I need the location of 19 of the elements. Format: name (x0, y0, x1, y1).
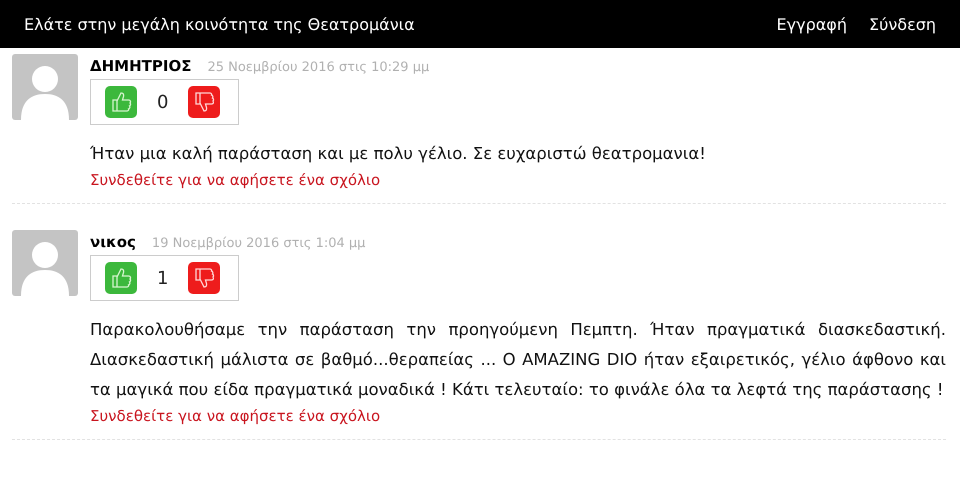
thumbs-up-icon[interactable] (105, 86, 137, 118)
header-link[interactable]: Σύνδεση (868, 14, 936, 34)
comment-author: νικος (90, 233, 136, 251)
site-title: Ελάτε στην μεγάλη κοινότητα της Θεατρομάνια (24, 14, 415, 34)
comment-date: 25 Νοεμβρίου 2016 στις 10:29 μμ (207, 60, 430, 75)
header-link[interactable]: Εγγραφή (776, 14, 847, 34)
comment-author: ΔΗΜΗΤΡΙΟΣ (90, 57, 192, 75)
avatar-icon (12, 54, 78, 120)
comment-text: Ήταν μια καλή παράσταση και με πολυ γέλιο. Σε ευχαριστώ θεατρομανια! (90, 143, 707, 165)
vote-count: 0 (157, 92, 168, 112)
vote-count: 1 (157, 268, 168, 288)
login-link[interactable]: Συνδεθείτε για να αφήσετε ένα σχόλιο (90, 171, 380, 189)
thumbs-down-icon[interactable] (188, 262, 220, 294)
comment-date: 19 Νοεμβρίου 2016 στις 1:04 μμ (152, 236, 366, 251)
thumbs-up-icon[interactable] (105, 262, 137, 294)
thumbs-down-icon[interactable] (188, 86, 220, 118)
avatar-icon (12, 230, 78, 296)
comment-text: Παρακολουθήσαμε την παράσταση την προηγούμενη Πεμπτη. Ήταν πραγματικά διασκεδαστική. Διασκεδαστική μάλιστα σε βαθμό...θεραπείας ... Ο AMAZING DIO ήταν εξαιρετικός, γέλιο άφθονο και τα μαγικά που είδα πραγματικά μοναδικά ! Κάτι τελευταίο: το φινάλε όλα τα λεφτά της παράστασης ! (90, 319, 946, 401)
login-link[interactable]: Συνδεθείτε για να αφήσετε ένα σχόλιο (90, 407, 380, 425)
